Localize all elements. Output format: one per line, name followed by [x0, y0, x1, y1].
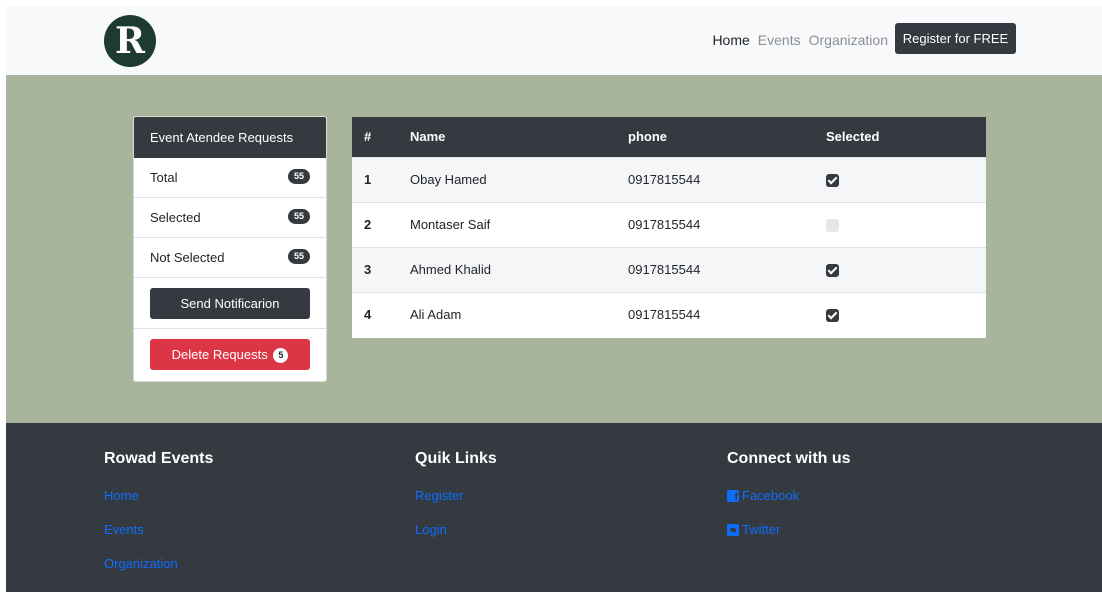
col-header-number: # [364, 129, 372, 145]
footer-link-events[interactable]: Events [104, 519, 213, 540]
stat-selected: Selected 55 [134, 198, 326, 238]
footer-link-home[interactable]: Home [104, 485, 213, 506]
selected-checkbox[interactable] [826, 174, 839, 188]
navbar: R Home Events Organization Register for … [6, 6, 1102, 75]
stat-not-selected: Not Selected 55 [134, 238, 326, 278]
stat-label: Not Selected [150, 250, 225, 265]
row-number: 1 [364, 172, 372, 187]
attendee-phone: 0917815544 [628, 172, 701, 187]
footer-col-quick-links: Quik Links Register Login [415, 450, 497, 540]
delete-label: Delete Requests [171, 347, 268, 362]
nav-link-events[interactable]: Events [758, 32, 801, 48]
row-number: 2 [364, 217, 372, 232]
twitter-label: Twitter [742, 522, 781, 537]
table-row: 2 Montaser Saif 0917815544 [352, 202, 986, 247]
stat-label: Selected [150, 210, 201, 225]
facebook-icon [727, 489, 739, 503]
footer-link-login[interactable]: Login [415, 519, 497, 540]
delete-count-badge: 5 [273, 348, 289, 363]
selected-checkbox[interactable] [826, 264, 839, 278]
stat-total: Total 55 [134, 158, 326, 198]
logo[interactable]: R [104, 15, 156, 67]
count-badge: 55 [288, 249, 310, 264]
attendee-name: Montaser Saif [410, 217, 491, 232]
nav-link-home[interactable]: Home [712, 32, 749, 48]
attendee-phone: 0917815544 [628, 307, 701, 323]
footer-col-connect: Connect with us Facebook Twitter [727, 450, 851, 540]
footer-col-about: Rowad Events Home Events Organization [104, 450, 213, 574]
selected-checkbox[interactable] [826, 309, 839, 323]
nav-link-organization[interactable]: Organization [809, 32, 888, 48]
attendee-name: Ali Adam [410, 307, 462, 323]
attendee-phone: 0917815544 [628, 217, 701, 232]
attendee-phone: 0917815544 [628, 262, 701, 277]
col-header-phone: phone [628, 129, 667, 145]
count-badge: 55 [288, 169, 310, 184]
send-notification-button[interactable]: Send Notificarion [150, 288, 310, 319]
col-header-name: Name [410, 129, 446, 145]
nav-links: Home Events Organization [712, 32, 888, 48]
card-title: Event Atendee Requests [134, 117, 326, 158]
send-row: Send Notificarion [134, 278, 326, 329]
footer-title: Rowad Events [104, 450, 214, 467]
stat-label: Total [150, 170, 178, 185]
facebook-label: Facebook [742, 488, 800, 503]
table-row: 3 Ahmed Khalid 0917815544 [352, 247, 986, 292]
selected-checkbox[interactable] [826, 219, 839, 233]
col-header-selected: Selected [826, 129, 880, 145]
row-number: 3 [364, 262, 372, 277]
footer-link-twitter[interactable]: Twitter [727, 519, 851, 540]
attendee-name: Ahmed Khalid [410, 262, 491, 277]
delete-requests-button[interactable]: Delete Requests 5 [150, 339, 310, 370]
attendee-table: # Name phone Selected 1 Obay Hamed 09178… [352, 117, 986, 338]
count-badge: 55 [288, 209, 310, 224]
table-row: 1 Obay Hamed 0917815544 [352, 157, 986, 202]
footer-link-register[interactable]: Register [415, 485, 497, 506]
table-row: 4 Ali Adam 0917815544 [352, 292, 986, 337]
footer-link-facebook[interactable]: Facebook [727, 485, 851, 506]
footer-title: Quik Links [415, 450, 497, 467]
row-number: 4 [364, 307, 372, 323]
table-header-row: # Name phone Selected [352, 117, 986, 157]
register-button[interactable]: Register for FREE [895, 23, 1016, 54]
footer-link-organization[interactable]: Organization [104, 553, 213, 574]
attendee-name: Obay Hamed [410, 172, 487, 187]
footer-title: Connect with us [727, 450, 851, 467]
content-area: Event Atendee Requests Total 55 Selected… [6, 75, 1102, 423]
footer: Rowad Events Home Events Organization Qu… [6, 423, 1102, 592]
delete-row: Delete Requests 5 [134, 329, 326, 380]
twitter-icon [727, 523, 739, 536]
logo-letter: R [115, 20, 145, 62]
requests-summary-card: Event Atendee Requests Total 55 Selected… [133, 116, 327, 382]
